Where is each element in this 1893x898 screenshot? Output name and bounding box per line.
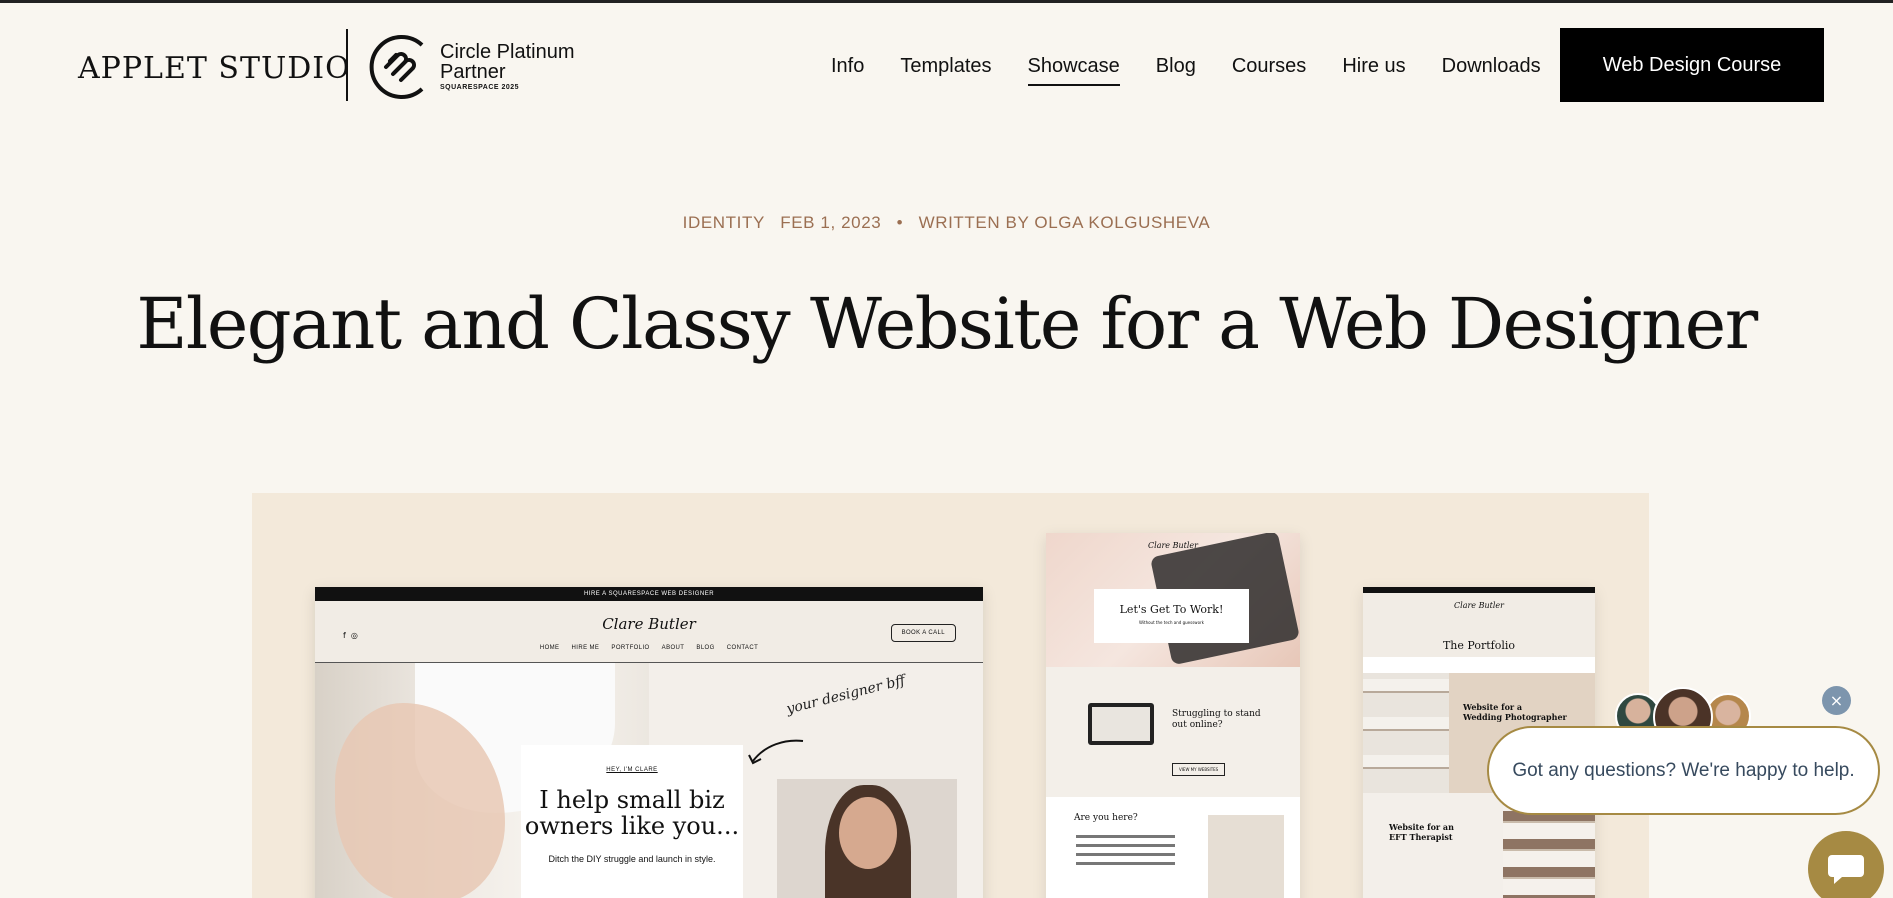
mockup-header: f ◎ Clare Butler HOME HIRE ME PORTFOLIO …	[315, 601, 983, 663]
chat-greeting[interactable]: Got any questions? We're happy to help.	[1487, 726, 1880, 815]
post-title: Elegant and Classy Website for a Web Des…	[136, 283, 1758, 365]
mockup-nav-item: BLOG	[696, 645, 715, 651]
mockup3-title: The Portfolio	[1442, 639, 1516, 652]
nav-showcase[interactable]: Showcase	[1027, 55, 1120, 86]
chat-bubble-icon	[1828, 855, 1864, 884]
post-author: WRITTEN BY OLGA KOLGUSHEVA	[918, 213, 1211, 232]
mockup-hey: HEY, I'M CLARE	[606, 767, 658, 773]
meta-separator: •	[896, 213, 904, 232]
mockup-nav-item: ABOUT	[661, 645, 685, 651]
nav-courses[interactable]: Courses	[1232, 55, 1306, 86]
mockup-brand: Clare Butler	[602, 615, 696, 633]
laptop-illustration	[1088, 703, 1154, 745]
mockup-sub: Ditch the DIY struggle and launch in sty…	[548, 853, 716, 864]
mockup2-top: Clare Butler Let's Get To Work! Without …	[1046, 533, 1300, 667]
mockup-intro-card: HEY, I'M CLARE I help small biz owners l…	[521, 745, 743, 898]
mockup2-checklist	[1076, 835, 1186, 871]
curved-arrow-icon	[748, 739, 804, 765]
mockup2-card-title: Let's Get To Work!	[1119, 603, 1224, 616]
post-date: FEB 1, 2023	[780, 213, 882, 232]
mockup-nav-item: PORTFOLIO	[611, 645, 650, 651]
mockup-announcement-bar: HIRE A SQUARESPACE WEB DESIGNER	[315, 587, 983, 601]
mockup-nav-item: CONTACT	[726, 645, 759, 651]
mockup3-gallery-1	[1363, 673, 1449, 793]
mockup-portrait	[777, 779, 957, 898]
squarespace-circle-icon	[369, 35, 424, 99]
mockup-nav-item: HOME	[539, 645, 560, 651]
mockup2-middle: Struggling to stand out online? VIEW MY W…	[1046, 667, 1300, 797]
site-logo[interactable]: APPLET STUDIO	[78, 51, 351, 86]
mockup2-card: Let's Get To Work! Without the tech and …	[1094, 589, 1249, 643]
mockup3-header: Clare Butler The Portfolio	[1363, 593, 1595, 657]
nav-blog[interactable]: Blog	[1156, 55, 1196, 86]
services-mockup: Clare Butler Let's Get To Work! Without …	[1046, 533, 1300, 898]
site-header: APPLET STUDIO Circle Platinum Partner SQ…	[0, 3, 1893, 128]
mockup2-photo	[1208, 815, 1284, 898]
mockup-nav-item: HIRE ME	[571, 645, 600, 651]
chat-button[interactable]	[1808, 831, 1884, 898]
close-icon[interactable]: ×	[1822, 686, 1851, 715]
mockup-headline-1: I help small biz	[539, 786, 725, 814]
mockup3-project-2: Website for an EFT Therapist	[1363, 793, 1503, 898]
partner-line-3: SQUARESPACE 2025	[440, 84, 520, 91]
nav-downloads[interactable]: Downloads	[1442, 55, 1541, 86]
hero-image: HIRE A SQUARESPACE WEB DESIGNER f ◎ Clar…	[252, 493, 1649, 898]
nav-templates[interactable]: Templates	[900, 55, 991, 86]
mockup2-button: VIEW MY WEBSITES	[1172, 763, 1226, 776]
partner-badge: Circle Platinum Partner SQUARESPACE 2025	[368, 31, 588, 103]
nav-info[interactable]: Info	[831, 55, 864, 86]
partner-line-2: Partner	[440, 61, 506, 83]
mockup3-brand: Clare Butler	[1454, 601, 1504, 610]
mockup2-bottom: Are you here?	[1046, 797, 1300, 898]
logo-divider	[346, 29, 348, 101]
post-category[interactable]: IDENTITY	[683, 213, 765, 232]
main-nav: Info Templates Showcase Blog Courses Hir…	[831, 55, 1577, 86]
mockup-headline-2: owners like you...	[524, 812, 740, 841]
mockup2-mid-title: Struggling to stand out online?	[1172, 709, 1261, 730]
mockup-book-button: BOOK A CALL	[890, 624, 956, 642]
mockup2-bottom-title: Are you here?	[1074, 813, 1138, 823]
mockup-nav: HOME HIRE ME PORTFOLIO ABOUT BLOG CONTAC…	[315, 645, 983, 651]
post-meta: IDENTITY FEB 1, 2023 • WRITTEN BY OLGA K…	[0, 213, 1893, 233]
web-design-course-button[interactable]: Web Design Course	[1560, 28, 1824, 102]
homepage-mockup: HIRE A SQUARESPACE WEB DESIGNER f ◎ Clar…	[315, 587, 983, 898]
nav-hire-us[interactable]: Hire us	[1342, 55, 1405, 86]
mockup2-card-sub: Without the tech and guesswork	[1139, 620, 1204, 625]
